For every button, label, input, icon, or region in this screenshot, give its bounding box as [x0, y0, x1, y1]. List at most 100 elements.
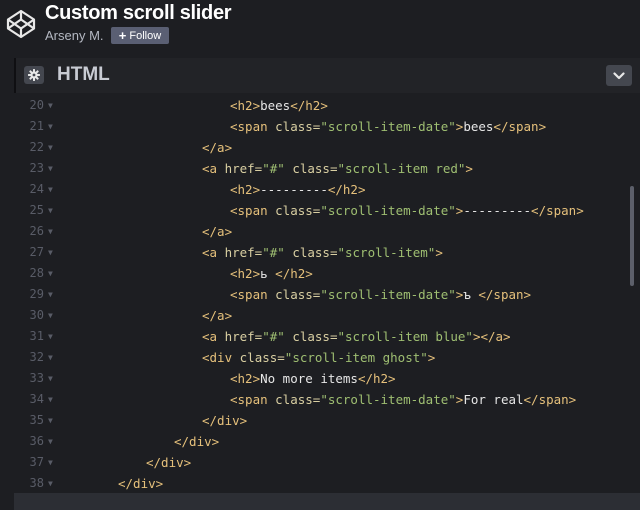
code-token: ъ: [463, 287, 479, 302]
code-token: </span>: [531, 203, 584, 218]
code-text: </a>: [202, 137, 232, 158]
code-token: "scroll-item blue": [337, 329, 473, 344]
code-editor[interactable]: 20 ▼ <h2>bees</h2> 21 ▼ <span class="scroll-i…: [14, 93, 640, 493]
code-line[interactable]: 30 ▼ </a>: [14, 305, 624, 326]
fold-arrow-icon[interactable]: ▼: [48, 410, 56, 431]
follow-button[interactable]: + Follow: [111, 27, 169, 44]
code-token: class=: [292, 161, 338, 176]
code-text: <h2>bees</h2>: [230, 95, 328, 116]
line-number: 34: [29, 392, 44, 406]
editor-scrollbar[interactable]: [630, 186, 634, 286]
fold-arrow-icon[interactable]: ▼: [48, 452, 56, 473]
code-line[interactable]: 38 ▼ </div>: [14, 473, 624, 493]
code-line[interactable]: 20 ▼ <h2>bees</h2>: [14, 95, 624, 116]
fold-arrow-icon[interactable]: ▼: [48, 200, 56, 221]
code-text: </div>: [118, 473, 163, 493]
code-token: </div>: [174, 434, 220, 449]
code-line[interactable]: 29 ▼ <span class="scroll-item-date">ъ </sp…: [14, 284, 624, 305]
code-token: <h2>: [230, 266, 261, 281]
code-token: "#": [262, 329, 293, 344]
code-text: <h2>---------</h2>: [230, 179, 365, 200]
code-line[interactable]: 26 ▼ </a>: [14, 221, 624, 242]
author-name[interactable]: Arseny M.: [45, 28, 104, 43]
fold-arrow-icon[interactable]: ▼: [48, 368, 56, 389]
code-text: <a href="#" class="scroll-item">: [202, 242, 443, 263]
fold-arrow-icon[interactable]: ▼: [48, 305, 56, 326]
code-line[interactable]: 37 ▼ </div>: [14, 452, 624, 473]
code-token: >: [465, 161, 473, 176]
fold-arrow-icon[interactable]: ▼: [48, 473, 56, 493]
code-text: </div>: [174, 431, 219, 452]
code-token: <a: [202, 329, 225, 344]
code-token: bees: [260, 98, 291, 113]
code-token: </a>: [202, 308, 233, 323]
code-line[interactable]: 25 ▼ <span class="scroll-item-date">------…: [14, 200, 624, 221]
fold-arrow-icon[interactable]: ▼: [48, 158, 56, 179]
fold-arrow-icon[interactable]: ▼: [48, 242, 56, 263]
code-line[interactable]: 22 ▼ </a>: [14, 137, 624, 158]
code-token: "scroll-item ghost": [284, 350, 428, 365]
code-text: <a href="#" class="scroll-item red">: [202, 158, 473, 179]
code-token: "scroll-item": [337, 245, 436, 260]
code-text: <div class="scroll-item ghost">: [202, 347, 435, 368]
code-token: <div: [202, 350, 240, 365]
code-line[interactable]: 28 ▼ <h2>ь </h2>: [14, 263, 624, 284]
code-line[interactable]: 24 ▼ <h2>---------</h2>: [14, 179, 624, 200]
line-number: 38: [29, 476, 44, 490]
pen-title[interactable]: Custom scroll slider: [45, 2, 232, 25]
code-line[interactable]: 32 ▼ <div class="scroll-item ghost">: [14, 347, 624, 368]
editor-collapse-button[interactable]: [606, 65, 632, 86]
fold-arrow-icon[interactable]: ▼: [48, 137, 56, 158]
code-token: </h2>: [357, 371, 396, 386]
code-line[interactable]: 34 ▼ <span class="scroll-item-date">For re…: [14, 389, 624, 410]
code-token: >: [435, 245, 443, 260]
code-token: <h2>: [230, 182, 261, 197]
fold-arrow-icon[interactable]: ▼: [48, 284, 56, 305]
code-text: <h2>No more items</h2>: [230, 368, 396, 389]
code-token: <h2>: [230, 371, 261, 386]
fold-arrow-icon[interactable]: ▼: [48, 179, 56, 200]
line-number: 30: [29, 308, 44, 322]
code-line[interactable]: 27 ▼ <a href="#" class="scroll-item">: [14, 242, 624, 263]
code-line[interactable]: 23 ▼ <a href="#" class="scroll-item red">: [14, 158, 624, 179]
code-token: "scroll-item-date": [320, 203, 456, 218]
line-number: 28: [29, 266, 44, 280]
code-token: </div>: [146, 455, 192, 470]
code-token: <h2>: [230, 98, 261, 113]
code-token: </h2>: [290, 98, 328, 113]
chevron-down-icon: [613, 71, 625, 79]
code-line[interactable]: 21 ▼ <span class="scroll-item-date">bees</…: [14, 116, 624, 137]
line-number: 22: [29, 140, 44, 154]
code-token: class=: [275, 392, 321, 407]
fold-arrow-icon[interactable]: ▼: [48, 95, 56, 116]
code-token: class=: [239, 350, 285, 365]
code-line[interactable]: 31 ▼ <a href="#" class="scroll-item blue">…: [14, 326, 624, 347]
fold-arrow-icon[interactable]: ▼: [48, 389, 56, 410]
code-token: <span: [230, 392, 276, 407]
code-text: </div>: [202, 410, 247, 431]
code-text: </div>: [146, 452, 191, 473]
fold-arrow-icon[interactable]: ▼: [48, 116, 56, 137]
line-number: 23: [29, 161, 44, 175]
code-line[interactable]: 35 ▼ </div>: [14, 410, 624, 431]
editor-settings-button[interactable]: [24, 66, 44, 84]
code-line[interactable]: 36 ▼ </div>: [14, 431, 624, 452]
fold-arrow-icon[interactable]: ▼: [48, 263, 56, 284]
code-token: >: [427, 350, 436, 365]
fold-arrow-icon[interactable]: ▼: [48, 221, 56, 242]
line-number: 36: [29, 434, 44, 448]
fold-arrow-icon[interactable]: ▼: [48, 347, 56, 368]
code-token: "scroll-item-date": [320, 119, 456, 134]
code-token: bees: [463, 119, 494, 134]
code-line[interactable]: 33 ▼ <h2>No more items</h2>: [14, 368, 624, 389]
code-token: ></a>: [472, 329, 511, 344]
editor-panel-header: HTML: [14, 58, 640, 93]
code-token: For real: [463, 392, 524, 407]
fold-arrow-icon[interactable]: ▼: [48, 326, 56, 347]
editor-title: HTML: [57, 64, 110, 85]
code-text: <a href="#" class="scroll-item blue"></a…: [202, 326, 511, 347]
fold-arrow-icon[interactable]: ▼: [48, 431, 56, 452]
codepen-logo-icon[interactable]: [6, 9, 36, 39]
code-token: class=: [275, 203, 321, 218]
code-text: </a>: [202, 221, 232, 242]
